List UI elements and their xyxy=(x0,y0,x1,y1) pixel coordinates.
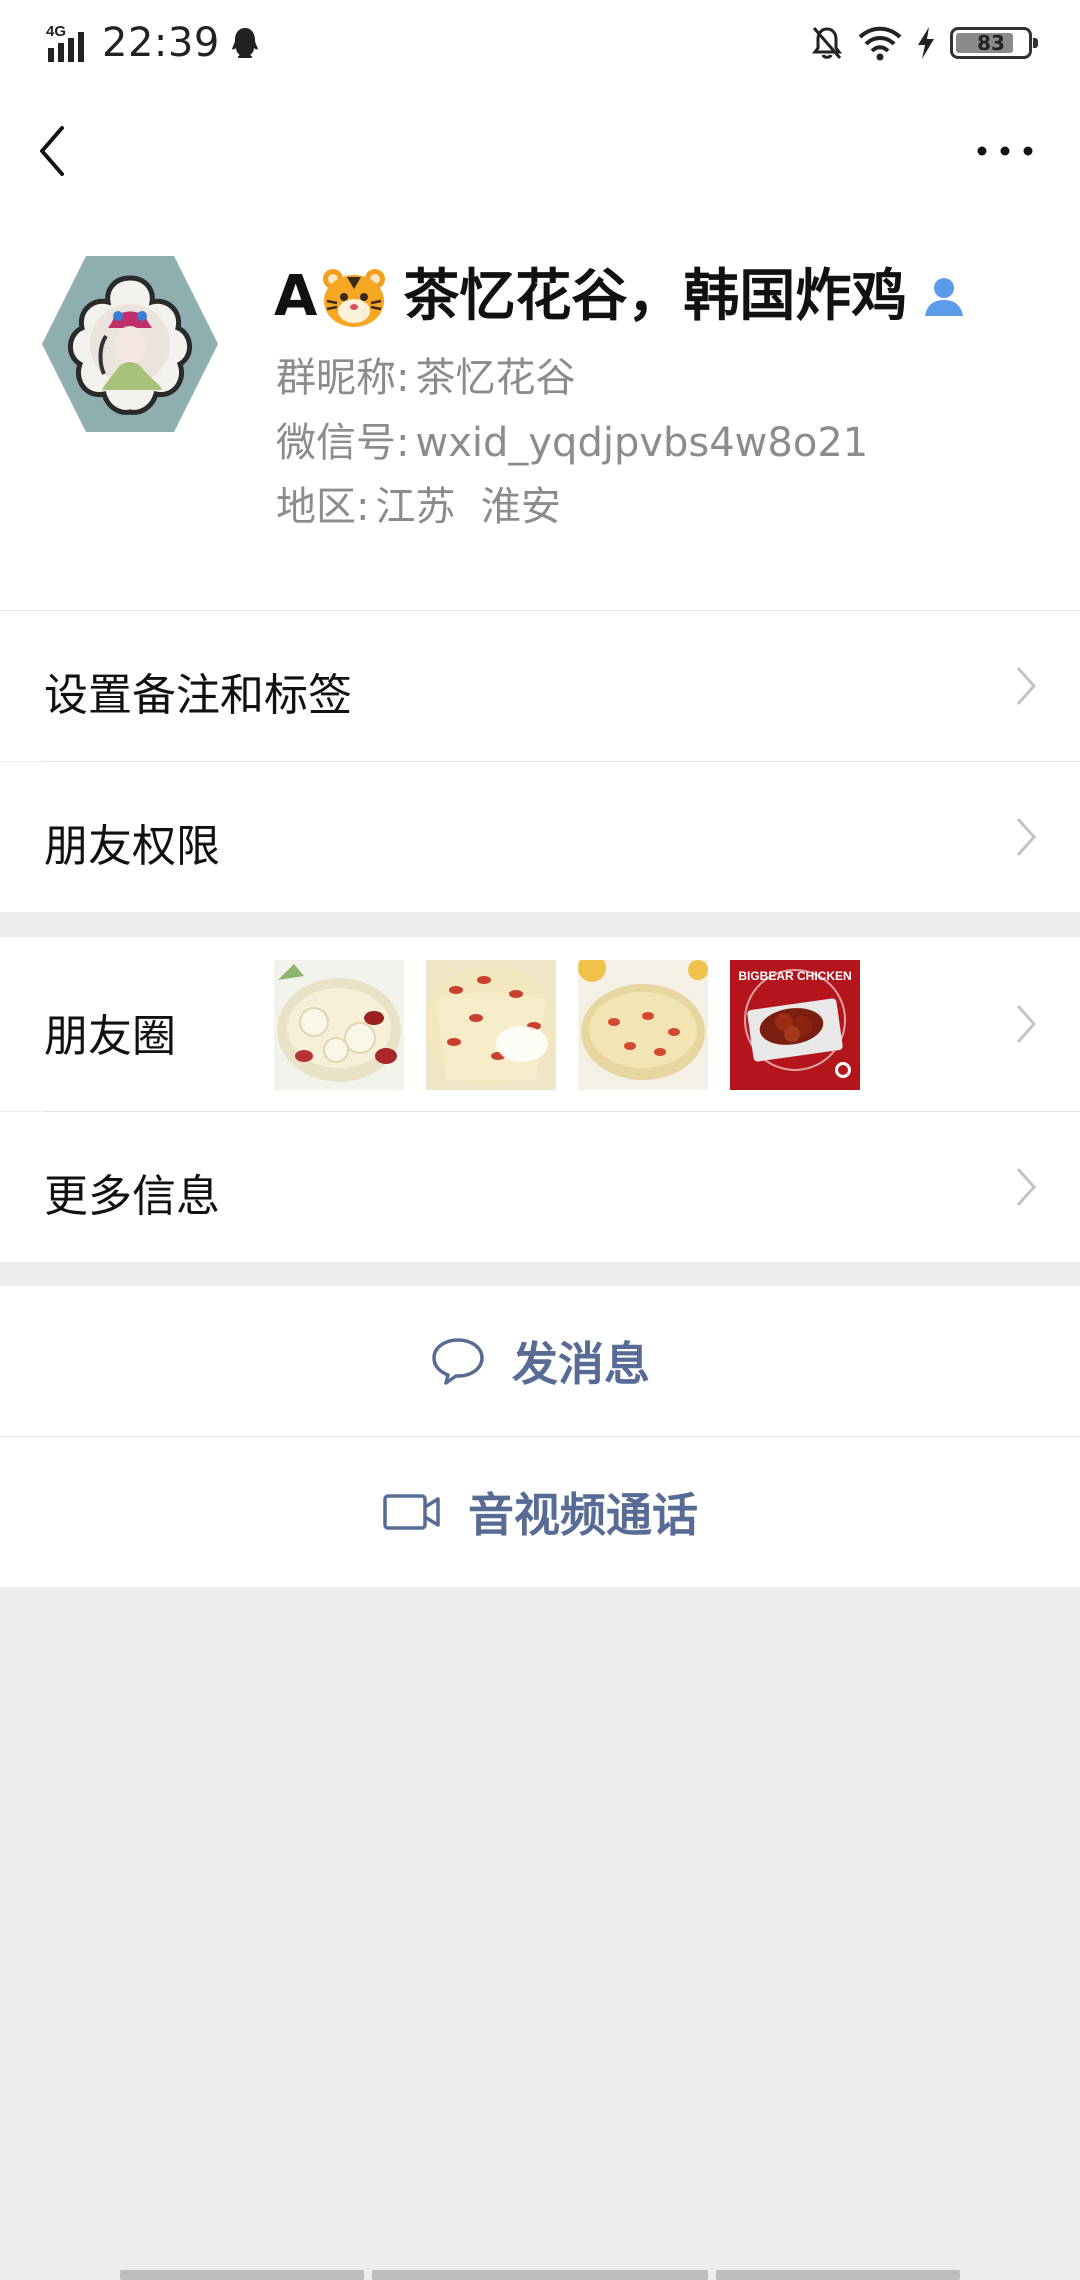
nav-gesture-bar-right xyxy=(716,2270,960,2280)
friend-permissions-label: 朋友权限 xyxy=(44,821,220,872)
status-bar-right: 83 xyxy=(810,18,1038,68)
chevron-right-icon xyxy=(1016,667,1037,705)
status-time: 22:39 xyxy=(102,20,220,66)
video-camera-icon xyxy=(383,1494,440,1530)
wechat-id-line: 微信号: wxid_yqdjpvbs4w8o21 xyxy=(276,410,868,468)
av-call-button[interactable]: 音视频通话 xyxy=(0,1437,1080,1587)
chevron-right-icon xyxy=(1016,818,1037,856)
wifi-icon xyxy=(858,26,902,61)
profile-display-name: A 茶忆花谷，韩国炸鸡 xyxy=(274,262,967,332)
region-value: 江苏 淮安 xyxy=(375,484,561,530)
contact-profile-page: 4G 22:39 83 A 茶忆花谷，韩国炸鸡 群昵称: 茶忆花谷 微信号: w… xyxy=(0,0,1080,2280)
group-nickname-line: 群昵称: 茶忆花谷 xyxy=(276,345,575,403)
chat-bubble-icon xyxy=(432,1338,484,1385)
status-bar-left: 4G 22:39 xyxy=(46,18,260,68)
moments-photo-1[interactable] xyxy=(274,960,404,1090)
region-line: 地区: 江苏 淮安 xyxy=(276,474,561,532)
moments-photo-4[interactable]: BIGBEAR CHICKEN xyxy=(730,960,860,1090)
region-label: 地区: xyxy=(276,484,370,530)
battery-level: 83 xyxy=(977,31,1005,55)
more-info-label: 更多信息 xyxy=(44,1171,220,1222)
av-call-label: 音视频通话 xyxy=(468,1488,698,1542)
send-message-button[interactable]: 发消息 xyxy=(0,1286,1080,1436)
avatar[interactable] xyxy=(42,256,218,432)
moments-photo-2[interactable] xyxy=(426,960,556,1090)
name-prefix: A xyxy=(274,264,318,329)
thumb-4-text: BIGBEAR CHICKEN xyxy=(738,969,851,983)
status-bar: 4G 22:39 83 xyxy=(0,0,1080,84)
nav-gesture-bar-left xyxy=(120,2270,364,2280)
tiger-emoji-icon xyxy=(323,269,386,327)
network-type: 4G xyxy=(46,23,66,40)
name-suffix: 茶忆花谷，韩国炸鸡 xyxy=(403,264,908,329)
chevron-right-icon xyxy=(1016,1005,1037,1043)
moments-label: 朋友圈 xyxy=(44,1011,176,1062)
group-nickname-label: 群昵称: xyxy=(276,355,410,401)
nav-gesture-bar-center xyxy=(372,2270,708,2280)
wechat-id-label: 微信号: xyxy=(276,420,410,466)
contact-person-icon xyxy=(925,278,964,316)
qq-notification-icon xyxy=(231,28,258,58)
moments-thumbnails[interactable]: BIGBEAR CHICKEN xyxy=(274,960,860,1090)
back-arrow-icon[interactable] xyxy=(30,116,80,186)
send-message-label: 发消息 xyxy=(512,1337,650,1391)
charging-bolt-icon xyxy=(918,27,934,59)
remark-tags-label: 设置备注和标签 xyxy=(44,670,352,721)
mute-bell-icon xyxy=(812,27,842,59)
cellular-signal-icon: 4G xyxy=(46,23,84,62)
battery-icon: 83 xyxy=(950,27,1038,59)
row-friend-permissions[interactable]: 朋友权限 xyxy=(0,762,1080,912)
chevron-right-icon xyxy=(1016,1168,1037,1206)
more-options-icon[interactable] xyxy=(970,126,1040,176)
row-more-info[interactable]: 更多信息 xyxy=(0,1112,1080,1262)
group-nickname-value: 茶忆花谷 xyxy=(415,355,576,401)
row-remark-tags[interactable]: 设置备注和标签 xyxy=(0,611,1080,761)
moments-photo-3[interactable] xyxy=(578,960,708,1090)
wechat-id-value[interactable]: wxid_yqdjpvbs4w8o21 xyxy=(415,420,868,466)
